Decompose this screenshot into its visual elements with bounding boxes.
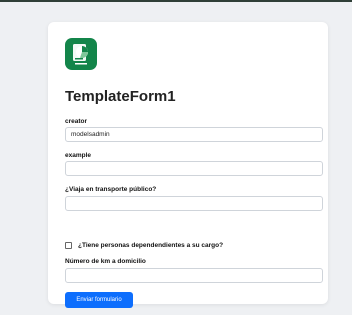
dependientes-checkbox-row[interactable]: ¿Tiene personas dependendientes a su car… bbox=[65, 242, 223, 249]
app-logo-icon bbox=[65, 38, 97, 70]
creator-input[interactable] bbox=[65, 127, 323, 142]
form-title: TemplateForm1 bbox=[65, 88, 176, 105]
form-pie-chart-icon bbox=[73, 44, 89, 65]
example-label: example bbox=[65, 152, 92, 159]
km-label: Número de km a domicilio bbox=[65, 258, 146, 265]
submit-button[interactable]: Enviar formulario bbox=[65, 292, 133, 308]
transporte-input[interactable] bbox=[65, 196, 323, 211]
transporte-label: ¿Viaja en transporte público? bbox=[65, 186, 157, 193]
top-border bbox=[0, 0, 352, 2]
dependientes-label: ¿Tiene personas dependendientes a su car… bbox=[78, 242, 224, 249]
form-card: TemplateForm1 creator example ¿Viaja en … bbox=[48, 22, 328, 308]
example-input[interactable] bbox=[65, 161, 323, 176]
dependientes-checkbox[interactable] bbox=[65, 242, 72, 249]
creator-label: creator bbox=[65, 118, 88, 125]
km-input[interactable] bbox=[65, 268, 323, 283]
